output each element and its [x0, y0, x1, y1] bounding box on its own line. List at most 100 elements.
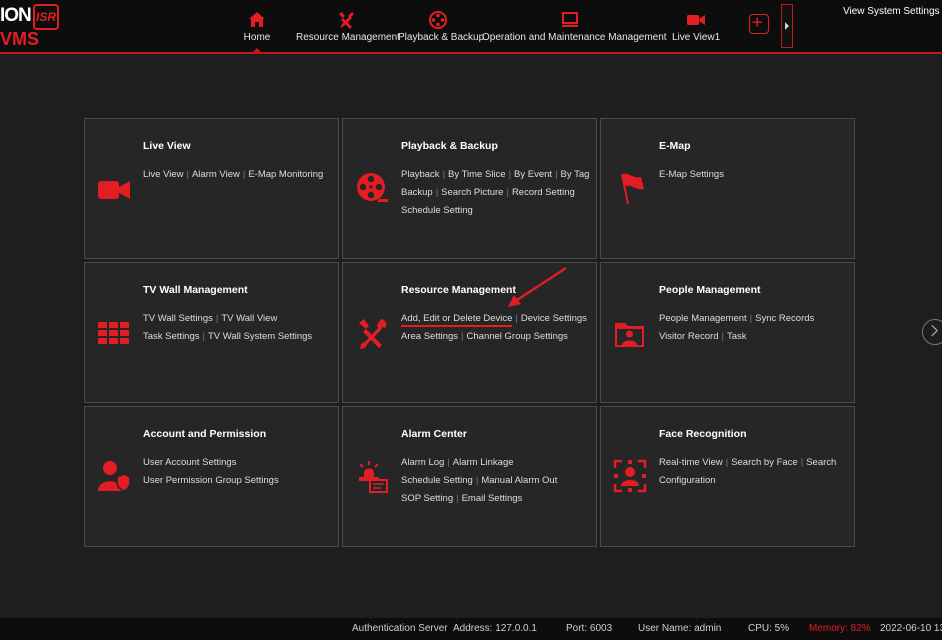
link-area-settings[interactable]: Area Settings [401, 331, 458, 342]
tools-icon [339, 12, 354, 29]
link-visitor-record[interactable]: Visitor Record [659, 331, 719, 342]
add-tab-button[interactable] [749, 14, 769, 34]
status-bar: Authentication Server Address: 127.0.0.1… [0, 618, 942, 640]
link-task[interactable]: Task [727, 331, 747, 342]
link-by-tag[interactable]: By Tag [561, 169, 590, 180]
link-alarm-log[interactable]: Alarm Log [401, 457, 444, 468]
nav-tab-playback-backup[interactable]: Playback & Backup [398, 0, 485, 52]
card-resource-management: Resource Management Add, Edit or Delete … [342, 262, 597, 403]
card-account-permission: Account and Permission User Account Sett… [84, 406, 339, 547]
next-page-button[interactable] [922, 319, 942, 345]
card-title: People Management [659, 284, 761, 296]
link-row: Schedule Setting | Manual Alarm Out [401, 472, 596, 490]
link-row: Visitor Record | Task [659, 328, 854, 346]
status-auth-server: Authentication Server [352, 623, 448, 634]
separator: | [435, 187, 439, 198]
nav-tab-operation-maintenance[interactable]: Operation and Maintenance Management [482, 0, 667, 52]
separator: | [447, 457, 450, 468]
status-port: Port: 6003 [566, 623, 613, 634]
link-search-by-face[interactable]: Search by Face [731, 457, 798, 468]
link-record-setting[interactable]: Record Setting [512, 187, 575, 198]
link-row: User Account Settings [143, 454, 338, 472]
separator: | [508, 169, 512, 180]
separator: | [725, 457, 729, 468]
tab-scroll-right-button[interactable] [781, 4, 793, 48]
card-links: Live View | Alarm View | E-Map Monitoring [143, 166, 338, 184]
nav-tab-label: Operation and Maintenance Management [482, 32, 667, 43]
link-by-event[interactable]: By Event [514, 169, 552, 180]
link-row: People Management | Sync Records [659, 310, 854, 328]
card-title: E-Map [659, 140, 691, 152]
link-sop-setting[interactable]: SOP Setting [401, 493, 453, 504]
link-channel-group-settings[interactable]: Channel Group Settings [467, 331, 568, 342]
map-flag-icon [621, 173, 644, 204]
card-links: Playback | By Time Slice | By Event | By Tag B… [401, 166, 596, 220]
link-task-settings[interactable]: Task Settings [143, 331, 200, 342]
link-tv-wall-system-settings[interactable]: TV Wall System Settings [208, 331, 312, 342]
link-live-view[interactable]: Live View [143, 169, 184, 180]
link-schedule-setting[interactable]: Schedule Setting [401, 205, 473, 216]
card-links: Alarm Log | Alarm Linkage Schedule Setting… [401, 454, 596, 508]
separator: | [475, 475, 479, 486]
tools-icon [359, 319, 387, 349]
monitor-icon [562, 12, 578, 27]
link-schedule-setting[interactable]: Schedule Setting [401, 475, 473, 486]
separator: | [506, 187, 509, 198]
nav-tab-label: Playback & Backup [398, 32, 485, 43]
card-live-view: Live View Live View | Alarm View | E-Map Mon… [84, 118, 339, 259]
separator: | [456, 493, 459, 504]
link-row: Backup | Search Picture | Record Setting [401, 184, 596, 202]
separator: | [215, 313, 219, 324]
separator: | [749, 313, 753, 324]
link-row: Playback | By Time Slice | By Event | By Tag [401, 166, 596, 184]
link-emap-settings[interactable]: E-Map Settings [659, 169, 724, 180]
top-bar: ION ISR VMS Home Resource Management Pla… [0, 0, 942, 54]
link-search-picture[interactable]: Search Picture [441, 187, 503, 198]
system-links[interactable]: View System Settings H [843, 6, 942, 17]
link-backup[interactable]: Backup [401, 187, 433, 198]
people-folder-icon [615, 323, 644, 347]
card-title: Live View [143, 140, 191, 152]
link-sync-records[interactable]: Sync Records [755, 313, 814, 324]
plus-icon [752, 17, 762, 27]
link-emap-monitoring[interactable]: E-Map Monitoring [248, 169, 323, 180]
link-configuration[interactable]: Configuration [659, 475, 716, 486]
separator: | [442, 169, 446, 180]
link-alarm-view[interactable]: Alarm View [192, 169, 240, 180]
link-email-settings[interactable]: Email Settings [462, 493, 523, 504]
logo-product: VMS [0, 29, 40, 49]
logo-badge: ISR [33, 4, 59, 30]
card-links: User Account Settings User Permission Gr… [143, 454, 338, 490]
nav-tab-label: Home [243, 32, 271, 43]
link-playback[interactable]: Playback [401, 169, 440, 180]
link-device-settings[interactable]: Device Settings [521, 313, 587, 324]
card-links: Add, Edit or Delete Device | Device Settin… [401, 310, 596, 346]
link-user-permission-group-settings[interactable]: User Permission Group Settings [143, 475, 279, 486]
status-user: User Name: admin [638, 623, 722, 634]
card-links: TV Wall Settings | TV Wall View Task Setti… [143, 310, 338, 346]
nav-tab-label: Resource Management [296, 32, 400, 43]
status-address: Address: 127.0.0.1 [453, 623, 537, 634]
nav-tab-home[interactable]: Home [236, 0, 278, 54]
link-manual-alarm-out[interactable]: Manual Alarm Out [481, 475, 557, 486]
separator: | [555, 169, 558, 180]
link-people-management[interactable]: People Management [659, 313, 747, 324]
link-tv-wall-view[interactable]: TV Wall View [221, 313, 277, 324]
nav-tab-live-view1[interactable]: Live View1 [672, 0, 720, 52]
link-alarm-linkage[interactable]: Alarm Linkage [453, 457, 514, 468]
link-real-time-view[interactable]: Real-time View [659, 457, 723, 468]
card-links: E-Map Settings [659, 166, 854, 184]
card-title: Resource Management [401, 284, 516, 296]
nav-tab-resource-management[interactable]: Resource Management [296, 0, 400, 52]
status-cpu: CPU: 5% [748, 623, 790, 634]
link-add-edit-delete-device[interactable]: Add, Edit or Delete Device [401, 313, 513, 327]
separator: | [202, 331, 205, 342]
film-reel-icon [357, 173, 388, 202]
link-search[interactable]: Search [806, 457, 836, 468]
separator: | [242, 169, 246, 180]
link-by-time-slice[interactable]: By Time Slice [448, 169, 506, 180]
face-scan-icon [613, 459, 647, 493]
link-tv-wall-settings[interactable]: TV Wall Settings [143, 313, 213, 324]
link-row: Real-time View | Search by Face | Search [659, 454, 854, 472]
link-user-account-settings[interactable]: User Account Settings [143, 457, 236, 468]
